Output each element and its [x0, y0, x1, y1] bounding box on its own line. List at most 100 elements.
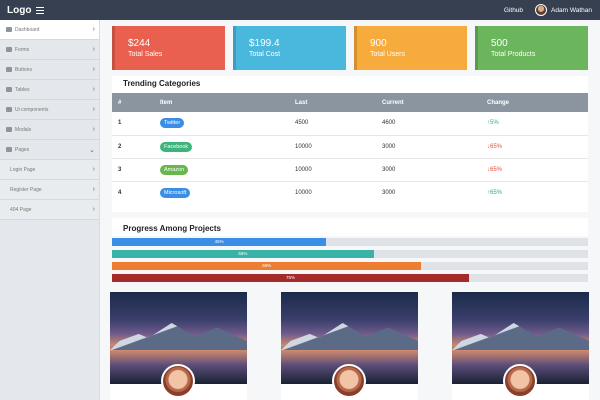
- item-badge[interactable]: Microsoft: [160, 187, 191, 198]
- sidebar-item-label: Ui components: [15, 106, 49, 113]
- change-cell: ↓65%: [487, 158, 588, 181]
- current-cell: 3000: [382, 189, 396, 196]
- progress-fill: 45%: [112, 238, 327, 246]
- speedometer-icon: [6, 27, 12, 32]
- table-header-row: # Item Last Current Change: [112, 93, 588, 112]
- last-cell: 10000: [295, 143, 312, 150]
- github-link[interactable]: Github: [504, 7, 523, 14]
- table-row: 2 Facebook 10000 3000 ↓65%: [112, 135, 588, 158]
- chevron-right-icon: ›: [92, 126, 95, 133]
- item-badge[interactable]: Facebook: [160, 141, 193, 152]
- stat-card-products: 500 Total Products: [475, 26, 588, 70]
- row-number: 3: [118, 166, 122, 173]
- stat-label: Total Users: [370, 51, 406, 58]
- sidebar-subitem-register[interactable]: Register Page ›: [0, 180, 99, 200]
- change-value: 5%: [490, 120, 499, 127]
- profile-photo[interactable]: [503, 364, 537, 398]
- sidebar-subitem-label: Register Page: [10, 186, 42, 193]
- row-number: 1: [118, 120, 122, 127]
- top-bar: Logo Github Adam Wathan: [0, 0, 600, 20]
- progress-panel: Progress Among Projects: [112, 218, 588, 236]
- trending-table: # Item Last Current Change 1 Twitter 450…: [112, 93, 588, 204]
- item-cell: Microsoft: [160, 181, 295, 204]
- sidebar-subitem-label: 404 Page: [10, 206, 32, 213]
- current-cell: 3000: [382, 166, 396, 173]
- item-cell: Facebook: [160, 135, 295, 158]
- table-icon: [6, 87, 12, 92]
- chevron-right-icon: ›: [92, 26, 95, 33]
- change-value: 65%: [490, 143, 503, 150]
- change-cell: ↓65%: [487, 135, 588, 158]
- progress-bar: 65%: [112, 262, 588, 270]
- change-cell: ↑65%: [487, 181, 588, 204]
- sidebar-subitem-404[interactable]: 404 Page ›: [0, 200, 99, 220]
- trending-categories-panel: Trending Categories # Item Last Current …: [112, 76, 588, 212]
- stat-value: 500: [491, 38, 508, 49]
- item-badge[interactable]: Twitter: [160, 118, 185, 129]
- last-cell: 10000: [295, 189, 312, 196]
- sidebar-item-label: Forms: [15, 46, 30, 53]
- profile-photo[interactable]: [161, 364, 195, 398]
- sidebar-item-modals[interactable]: Modals ›: [0, 120, 99, 140]
- sidebar-item-ui-components[interactable]: Ui components ›: [0, 100, 99, 120]
- progress-bar: 45%: [112, 238, 588, 246]
- profile-card[interactable]: [452, 292, 589, 400]
- stat-value: 900: [370, 38, 387, 49]
- change-value: 65%: [490, 189, 503, 196]
- item-cell: Amazon: [160, 158, 295, 181]
- profile-photo[interactable]: [332, 364, 366, 398]
- stat-card-sales: $244 Total Sales: [112, 26, 225, 70]
- item-cell: Twitter: [160, 112, 295, 135]
- logo[interactable]: Logo: [7, 5, 31, 16]
- sidebar-subitem-login[interactable]: Login Page ›: [0, 160, 99, 180]
- progress-bar: 75%: [112, 274, 588, 282]
- sidebar-item-label: Pages: [15, 146, 30, 153]
- progress-bar: 55%: [112, 250, 588, 258]
- user-name[interactable]: Adam Wathan: [551, 7, 592, 14]
- stat-card-cost: $199.4 Total Cost: [233, 26, 346, 70]
- column-header: #: [118, 99, 122, 106]
- form-icon: [6, 47, 12, 52]
- top-right-nav: Github Adam Wathan: [504, 4, 592, 16]
- stat-value: $244: [128, 38, 151, 49]
- chevron-right-icon: ›: [92, 186, 95, 193]
- sidebar-item-tables[interactable]: Tables ›: [0, 80, 99, 100]
- table-row: 4 Microsoft 10000 3000 ↑65%: [112, 181, 588, 204]
- stat-label: Total Cost: [249, 51, 281, 58]
- table-row: 3 Amazon 10000 3000 ↓65%: [112, 158, 588, 181]
- hamburger-menu-icon[interactable]: [36, 6, 45, 14]
- chevron-right-icon: ›: [92, 206, 95, 213]
- section-title: Trending Categories: [123, 79, 201, 88]
- stat-label: Total Products: [491, 51, 536, 58]
- stat-label: Total Sales: [128, 51, 163, 58]
- sidebar: Dashboard › Forms › Buttons › Tables › U…: [0, 20, 100, 400]
- row-number: 4: [118, 189, 122, 196]
- profile-card[interactable]: [281, 292, 418, 400]
- change-value: 65%: [490, 166, 503, 173]
- profile-card[interactable]: [110, 292, 247, 400]
- chevron-down-icon: ⌄: [89, 146, 95, 154]
- sidebar-item-label: Tables: [15, 86, 30, 93]
- change-cell: ↑5%: [487, 112, 588, 135]
- user-avatar[interactable]: [535, 4, 548, 16]
- current-cell: 3000: [382, 143, 396, 150]
- sidebar-item-label: Buttons: [15, 66, 32, 73]
- sidebar-item-label: Modals: [15, 126, 32, 133]
- last-cell: 4500: [295, 120, 309, 127]
- chevron-right-icon: ›: [92, 86, 95, 93]
- item-badge[interactable]: Amazon: [160, 164, 189, 175]
- pages-icon: [6, 147, 12, 152]
- sidebar-item-forms[interactable]: Forms ›: [0, 40, 99, 60]
- modal-icon: [6, 127, 12, 132]
- sidebar-item-pages[interactable]: Pages ⌄: [0, 140, 99, 160]
- sidebar-item-dashboard[interactable]: Dashboard ›: [0, 20, 99, 40]
- progress-fill: 75%: [112, 274, 469, 282]
- chevron-right-icon: ›: [92, 66, 95, 73]
- chevron-right-icon: ›: [92, 106, 95, 113]
- chevron-right-icon: ›: [92, 166, 95, 173]
- chevron-right-icon: ›: [92, 46, 95, 53]
- sidebar-item-buttons[interactable]: Buttons ›: [0, 60, 99, 80]
- stat-value: $199.4: [249, 38, 280, 49]
- column-header: Item: [160, 99, 173, 106]
- button-icon: [6, 67, 12, 72]
